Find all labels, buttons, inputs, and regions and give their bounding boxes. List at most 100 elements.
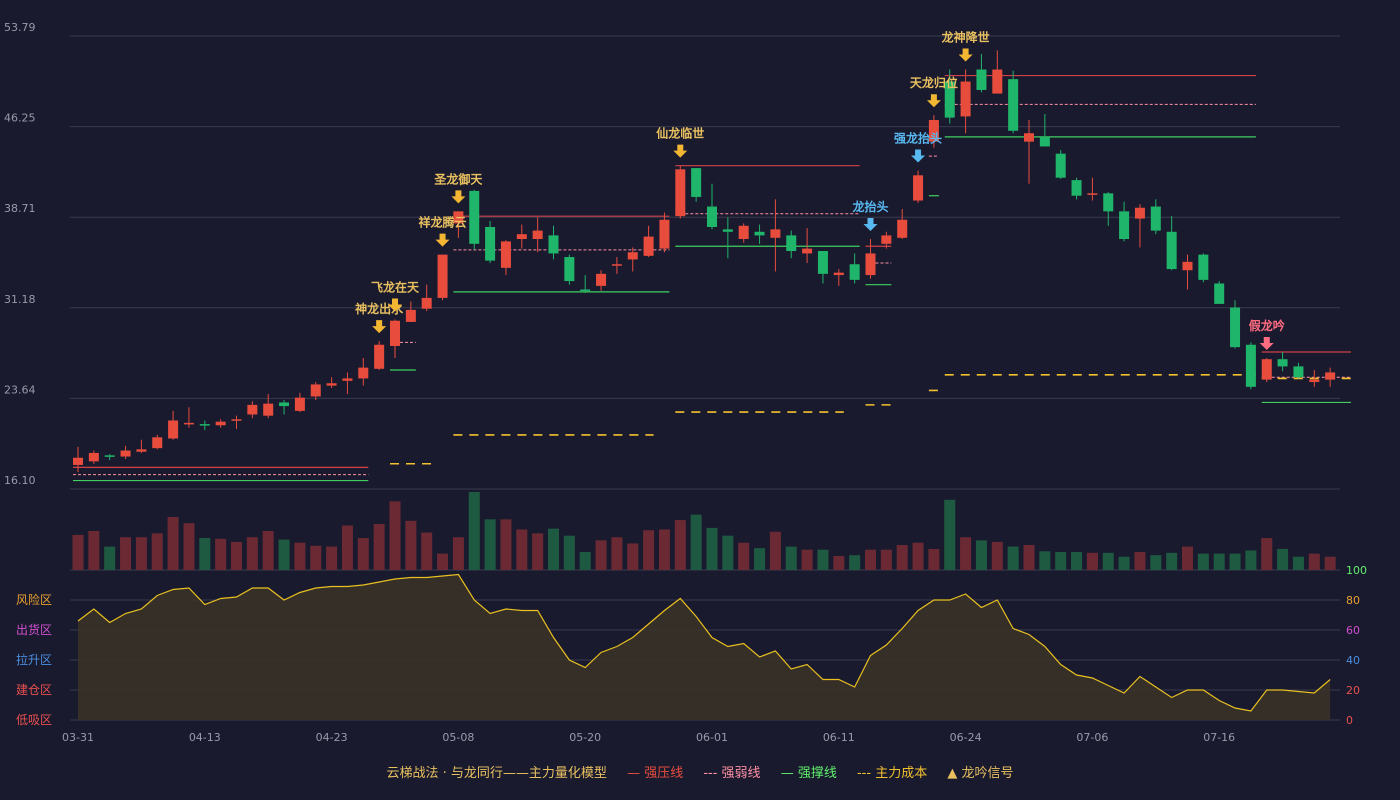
legend-main-cost: --- 主力成本	[856, 766, 928, 781]
volume-bar	[500, 519, 512, 570]
signal-label: 圣龙御天	[433, 171, 483, 186]
volume-bar	[1007, 546, 1019, 570]
legend-strong-resistance: — 强压线	[627, 766, 684, 781]
volume-bar	[135, 537, 147, 570]
candle-body	[754, 231, 765, 236]
volume-bar	[1102, 552, 1114, 570]
volume-bar	[1324, 556, 1336, 570]
signal-label: 龙抬头	[852, 199, 888, 214]
candle-body	[168, 420, 179, 439]
price-tick-label: 53.79	[4, 21, 36, 34]
x-tick-label: 07-16	[1203, 731, 1235, 744]
volume-bar	[1150, 555, 1162, 570]
candle-body	[849, 264, 860, 280]
candle-body	[1277, 359, 1288, 367]
indicator-area	[78, 574, 1331, 720]
volume-bar	[452, 537, 464, 570]
candle-body	[722, 229, 733, 232]
volume-bar	[151, 533, 163, 570]
volume-bar	[199, 538, 211, 570]
volume-bar	[468, 492, 480, 570]
volume-bar	[769, 531, 781, 570]
candle-body	[1039, 136, 1050, 147]
candle-body	[770, 229, 781, 238]
volume-bar	[231, 541, 242, 570]
volume-bar	[991, 541, 1003, 570]
volume-bar	[754, 548, 766, 570]
candle-body	[611, 264, 622, 266]
x-tick-label: 04-13	[189, 731, 221, 744]
volume-bar	[928, 548, 940, 570]
candle-body	[786, 235, 797, 252]
candle-body	[976, 69, 987, 90]
candle-body	[865, 253, 876, 276]
candle-body	[1087, 193, 1098, 195]
volume-bar	[1023, 545, 1035, 570]
volume-bar	[706, 527, 718, 570]
volume-bar	[357, 538, 369, 570]
candle-body	[802, 248, 813, 254]
volume-bar	[532, 533, 544, 570]
candle-body	[1166, 231, 1177, 270]
candle-body	[1119, 211, 1130, 240]
candle-body	[548, 235, 559, 254]
volume-bar	[1134, 552, 1146, 570]
x-tick-label: 06-24	[950, 731, 982, 744]
candle-body	[104, 455, 115, 457]
indicator-zone-label: 建仓区	[16, 683, 52, 697]
candle-body	[405, 309, 416, 322]
volume-bar	[421, 532, 433, 570]
price-tick-label: 46.25	[4, 112, 36, 125]
volume-bar	[896, 545, 908, 570]
volume-bar	[373, 523, 385, 570]
volume-bar	[1086, 552, 1098, 570]
signal-arrow-icon	[863, 218, 878, 232]
price-tick-label: 31.18	[4, 293, 36, 306]
candle-body	[1182, 261, 1193, 271]
volume-bar	[341, 525, 353, 570]
volume-bar	[1118, 556, 1130, 570]
candle-body	[564, 257, 575, 282]
volume-bar	[88, 531, 100, 570]
indicator-tick-label: 0	[1346, 714, 1353, 727]
candle-body	[73, 457, 83, 465]
candle-body	[437, 254, 448, 298]
volume-bar	[484, 519, 496, 570]
volume-bar	[1229, 553, 1241, 570]
volume-bar	[674, 520, 686, 570]
volume-bar	[912, 542, 924, 570]
signal-label: 天龙归位	[910, 75, 958, 90]
candle-body	[1261, 359, 1272, 380]
signal-arrow-icon	[435, 233, 450, 247]
candle-body	[500, 241, 511, 268]
legend-signal: ▲ 龙吟信号	[947, 766, 1014, 781]
volume-bar	[294, 542, 306, 570]
candle-body	[358, 367, 369, 379]
candle-body	[263, 403, 274, 416]
indicator-tick-label: 20	[1346, 684, 1360, 697]
candle-body	[833, 272, 844, 276]
x-tick-label: 03-31	[62, 731, 94, 744]
candle-body	[643, 236, 654, 256]
candle-body	[215, 421, 226, 426]
volume-bar	[833, 555, 845, 570]
volume-bar	[1166, 552, 1178, 570]
indicator-zone-label: 拉升区	[16, 652, 52, 667]
indicator-tick-label: 60	[1346, 624, 1360, 637]
volume-bar	[738, 542, 750, 570]
candle-body	[199, 424, 210, 426]
signal-arrow-icon	[926, 94, 941, 108]
signal-arrow-icon	[958, 48, 973, 62]
candle-body	[421, 297, 432, 309]
candle-body	[1103, 193, 1114, 212]
indicator-tick-label: 80	[1346, 594, 1360, 607]
candle-body	[627, 252, 638, 260]
volume-bar	[246, 537, 258, 570]
volume-bar	[690, 514, 702, 570]
volume-bar	[120, 537, 132, 570]
candle-body	[342, 378, 353, 381]
candle-body	[881, 235, 892, 244]
volume-bar	[563, 535, 575, 570]
volume-bar	[1308, 553, 1320, 570]
volume-bar	[944, 499, 956, 570]
